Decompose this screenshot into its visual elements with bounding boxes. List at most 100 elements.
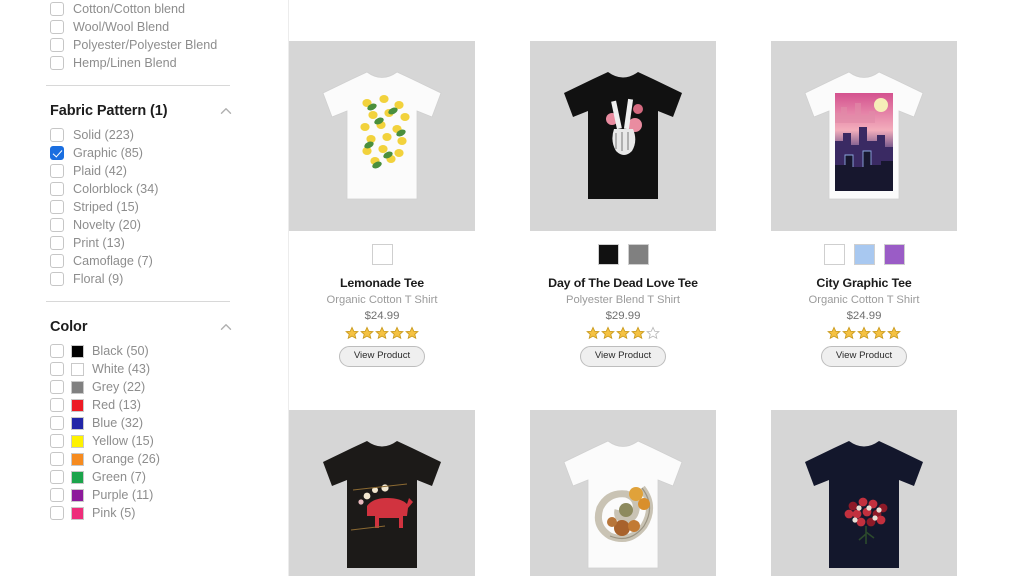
checkbox-icon[interactable] xyxy=(50,182,64,196)
fabric-pattern-option-6[interactable]: Print (13) xyxy=(46,234,260,252)
color-option-1[interactable]: White (43) xyxy=(46,360,260,378)
option-label: Blue (32) xyxy=(92,416,144,430)
color-option-5[interactable]: Yellow (15) xyxy=(46,432,260,450)
color-header[interactable]: Color xyxy=(46,302,260,342)
view-product-button-wrap: View Product xyxy=(771,346,957,367)
fabric-pattern-options: Solid (223) Graphic (85) Plaid (42) Colorbl… xyxy=(46,126,260,288)
option-label: Polyester/Polyester Blend xyxy=(73,38,218,52)
color-option-4[interactable]: Blue (32) xyxy=(46,414,260,432)
fabric-pattern-option-1[interactable]: Graphic (85) xyxy=(46,144,260,162)
checkbox-icon[interactable] xyxy=(50,272,64,286)
product-color-swatch[interactable] xyxy=(371,244,393,265)
color-swatch[interactable] xyxy=(71,344,84,358)
product-card[interactable]: Day of The Dead Love Tee Polyester Blend … xyxy=(530,41,716,367)
view-product-button[interactable]: View Product xyxy=(579,346,667,367)
checkbox-icon[interactable] xyxy=(50,488,64,502)
checkbox-checked-icon[interactable] xyxy=(50,146,64,160)
product-card[interactable] xyxy=(771,409,957,576)
checkbox-icon[interactable] xyxy=(50,344,64,358)
checkbox-icon[interactable] xyxy=(50,20,64,34)
star-filled-icon xyxy=(601,326,615,340)
option-label: Wool/Wool Blend xyxy=(73,20,170,34)
checkbox-icon[interactable] xyxy=(50,434,64,448)
product-image[interactable] xyxy=(530,41,716,231)
star-filled-icon xyxy=(842,326,856,340)
product-image[interactable] xyxy=(771,409,957,576)
color-option-3[interactable]: Red (13) xyxy=(46,396,260,414)
checkbox-icon[interactable] xyxy=(50,218,64,232)
color-option-0[interactable]: Black (50) xyxy=(46,342,260,360)
checkbox-icon[interactable] xyxy=(50,200,64,214)
fabric-material-option-1[interactable]: Wool/Wool Blend xyxy=(46,18,260,36)
checkbox-icon[interactable] xyxy=(50,506,64,520)
chevron-up-icon[interactable] xyxy=(218,319,234,335)
checkbox-icon[interactable] xyxy=(50,398,64,412)
checkbox-icon[interactable] xyxy=(50,128,64,142)
product-image[interactable] xyxy=(771,41,957,231)
product-image[interactable] xyxy=(289,41,475,231)
color-swatch[interactable] xyxy=(71,380,84,394)
color-swatch[interactable] xyxy=(71,362,84,376)
checkbox-icon[interactable] xyxy=(50,236,64,250)
product-card[interactable]: City Graphic Tee Organic Cotton T Shirt $2… xyxy=(771,41,957,367)
filter-sidebar: Cotton/Cotton blend Wool/Wool Blend Polyes… xyxy=(0,0,288,576)
star-filled-icon xyxy=(375,326,389,340)
fabric-pattern-option-5[interactable]: Novelty (20) xyxy=(46,216,260,234)
color-swatch[interactable] xyxy=(71,398,84,412)
chevron-up-icon[interactable] xyxy=(218,103,234,119)
product-name: Day of The Dead Love Tee xyxy=(548,276,698,290)
product-color-swatch[interactable] xyxy=(883,244,905,265)
checkbox-icon[interactable] xyxy=(50,56,64,70)
checkbox-icon[interactable] xyxy=(50,380,64,394)
product-color-swatch[interactable] xyxy=(853,244,875,265)
color-option-6[interactable]: Orange (26) xyxy=(46,450,260,468)
product-card[interactable]: Lemonade Tee Organic Cotton T Shirt $24.99… xyxy=(289,41,475,367)
color-swatch[interactable] xyxy=(71,416,84,430)
fabric-material-option-2[interactable]: Polyester/Polyester Blend xyxy=(46,36,260,54)
color-option-9[interactable]: Pink (5) xyxy=(46,504,260,522)
fabric-pattern-option-8[interactable]: Floral (9) xyxy=(46,270,260,288)
product-price: $24.99 xyxy=(846,310,882,322)
product-color-swatch[interactable] xyxy=(823,244,845,265)
checkbox-icon[interactable] xyxy=(50,470,64,484)
fabric-material-option-0[interactable]: Cotton/Cotton blend xyxy=(46,0,260,18)
star-filled-icon xyxy=(872,326,886,340)
color-swatch[interactable] xyxy=(71,488,84,502)
checkbox-icon[interactable] xyxy=(50,362,64,376)
color-option-8[interactable]: Purple (11) xyxy=(46,486,260,504)
product-image[interactable] xyxy=(530,409,716,576)
filter-group-fabric-material: Cotton/Cotton blend Wool/Wool Blend Polyes… xyxy=(46,0,260,72)
product-card[interactable] xyxy=(289,409,475,576)
fabric-pattern-option-3[interactable]: Colorblock (34) xyxy=(46,180,260,198)
color-option-7[interactable]: Green (7) xyxy=(46,468,260,486)
color-swatch[interactable] xyxy=(71,452,84,466)
fabric-pattern-option-7[interactable]: Camoflage (7) xyxy=(46,252,260,270)
product-image[interactable] xyxy=(289,409,475,576)
fabric-pattern-option-4[interactable]: Striped (15) xyxy=(46,198,260,216)
checkbox-icon[interactable] xyxy=(50,2,64,16)
color-swatch[interactable] xyxy=(71,470,84,484)
option-label: Orange (26) xyxy=(92,452,160,466)
checkbox-icon[interactable] xyxy=(50,416,64,430)
product-price: $29.99 xyxy=(605,310,641,322)
fabric-material-options: Cotton/Cotton blend Wool/Wool Blend Polyes… xyxy=(46,0,260,72)
checkbox-icon[interactable] xyxy=(50,452,64,466)
view-product-button[interactable]: View Product xyxy=(820,346,908,367)
color-swatch[interactable] xyxy=(71,434,84,448)
color-swatch[interactable] xyxy=(71,506,84,520)
checkbox-icon[interactable] xyxy=(50,254,64,268)
fabric-pattern-option-2[interactable]: Plaid (42) xyxy=(46,162,260,180)
fabric-pattern-header[interactable]: Fabric Pattern (1) xyxy=(46,86,260,126)
option-label: Camoflage (7) xyxy=(73,254,153,268)
product-color-swatch[interactable] xyxy=(627,244,649,265)
fabric-material-option-3[interactable]: Hemp/Linen Blend xyxy=(46,54,260,72)
fabric-pattern-option-0[interactable]: Solid (223) xyxy=(46,126,260,144)
view-product-button[interactable]: View Product xyxy=(338,346,426,367)
product-color-swatch[interactable] xyxy=(597,244,619,265)
color-options: Black (50) White (43) Grey (22) Red (13) Blu… xyxy=(46,342,260,522)
product-grid-row-1: Lemonade Tee Organic Cotton T Shirt $24.99… xyxy=(288,41,1024,367)
checkbox-icon[interactable] xyxy=(50,38,64,52)
color-option-2[interactable]: Grey (22) xyxy=(46,378,260,396)
checkbox-icon[interactable] xyxy=(50,164,64,178)
product-card[interactable] xyxy=(530,409,716,576)
